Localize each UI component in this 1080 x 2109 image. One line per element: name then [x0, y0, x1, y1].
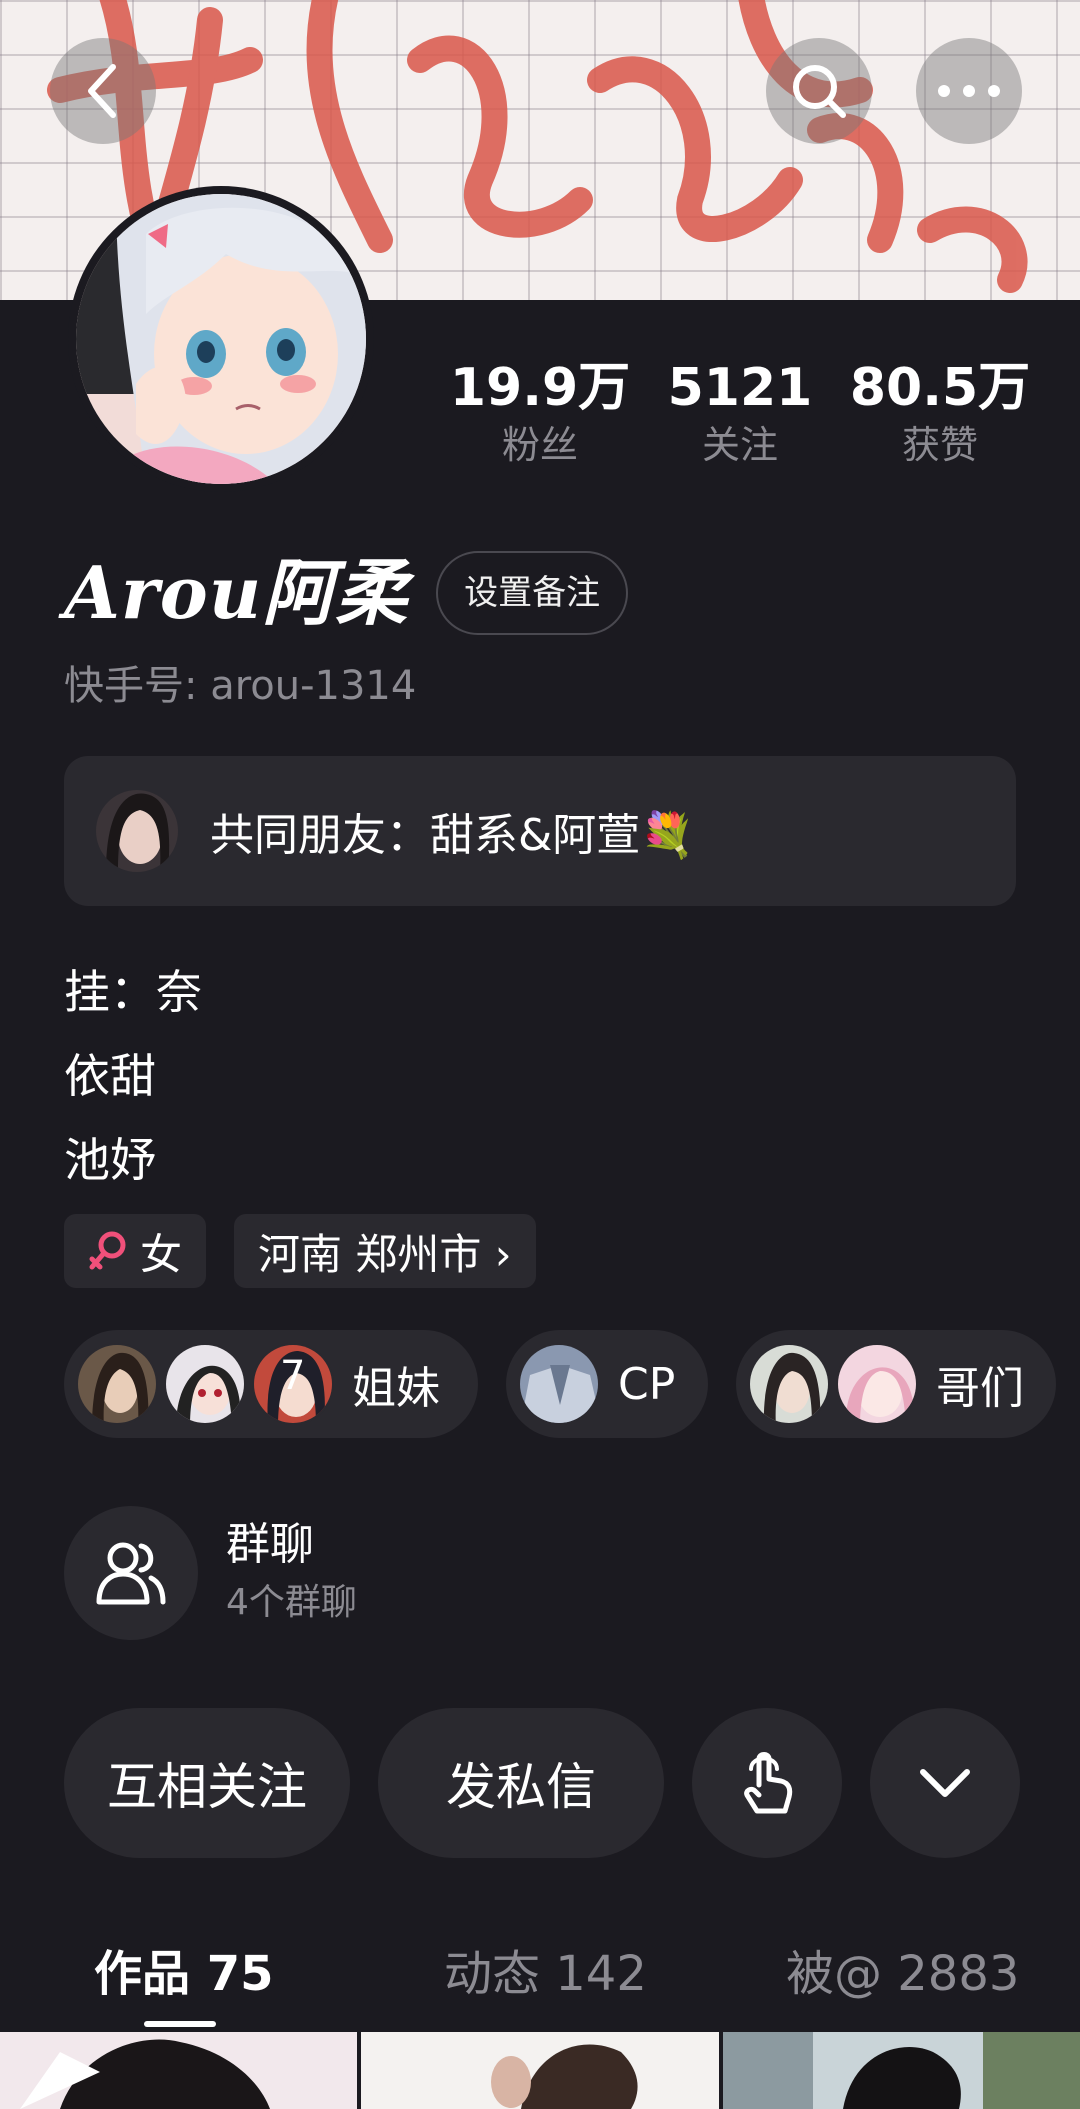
relation-avatar — [748, 1343, 830, 1425]
group-chat-icon-wrap — [64, 1506, 198, 1640]
works-grid — [0, 2032, 1080, 2109]
bio-line: 依甜 — [64, 1049, 156, 1103]
work-thumbnail[interactable] — [0, 2032, 358, 2109]
group-chat-count: 4个群聊 — [226, 1582, 357, 1623]
work-thumbnail[interactable] — [361, 2032, 719, 2109]
profile-name: Arou阿柔 — [64, 550, 409, 635]
tap-hand-icon — [744, 1752, 793, 1814]
tab-moments[interactable]: 动态 142 — [444, 1944, 647, 2004]
stat-label: 获赞 — [901, 423, 978, 467]
avatar-image — [76, 194, 366, 484]
work-thumbnail[interactable] — [722, 2032, 1080, 2109]
stat-value: 19.9万 — [449, 358, 631, 418]
relation-bros[interactable]: 哥们 — [736, 1330, 1056, 1438]
chevron-down-icon — [920, 1769, 970, 1797]
profile-tags: 女 河南 郑州市 › — [64, 1214, 564, 1288]
more-horizontal-icon — [938, 85, 1000, 97]
group-chat-entry[interactable]: 群聊 4个群聊 — [64, 1506, 357, 1640]
content-tabs: 作品 75 动态 142 被@ 2883 — [0, 1920, 1080, 2030]
group-chat-text: 群聊 4个群聊 — [226, 1515, 357, 1631]
mutual-friends-text: 共同朋友：甜系&阿萱💐 — [210, 810, 696, 861]
relation-avatar — [76, 1343, 158, 1425]
send-message-button[interactable]: 发私信 — [378, 1708, 664, 1858]
tab-works[interactable]: 作品 75 — [94, 1944, 274, 2004]
poke-button[interactable] — [692, 1708, 842, 1858]
profile-stats: 19.9万 粉丝 5121 关注 80.5万 获赞 — [440, 356, 1040, 470]
search-button[interactable] — [766, 38, 872, 144]
profile-avatar[interactable] — [68, 186, 374, 492]
stat-value: 80.5万 — [849, 358, 1031, 418]
bio-line: 池妤 — [64, 1133, 156, 1187]
stat-label: 关注 — [701, 423, 778, 467]
stat-value: 5121 — [667, 358, 813, 418]
relation-avatar — [836, 1343, 918, 1425]
location-tag[interactable]: 河南 郑州市 › — [234, 1214, 536, 1288]
avatar-badge: 7 — [280, 1353, 306, 1399]
relation-sisters[interactable]: 7 姐妹 — [64, 1330, 478, 1438]
stat-following[interactable]: 5121 关注 — [640, 356, 840, 470]
relation-avatar — [518, 1343, 600, 1425]
bio-line: 挂：奈 — [64, 965, 202, 1019]
gender-label: 女 — [140, 1229, 183, 1279]
chevron-left-icon — [88, 64, 116, 118]
mutual-friend-avatar — [96, 790, 178, 872]
relation-label: CP — [618, 1358, 676, 1410]
action-buttons: 互相关注 发私信 — [64, 1708, 1048, 1858]
relation-avatar: 7 — [252, 1343, 334, 1425]
female-icon — [89, 1231, 126, 1270]
stat-label: 粉丝 — [501, 423, 578, 467]
active-tab-indicator — [144, 2021, 216, 2027]
name-row: Arou阿柔 设置备注 — [64, 548, 629, 638]
relation-cp[interactable]: CP — [506, 1330, 708, 1438]
more-actions-button[interactable] — [870, 1708, 1020, 1858]
relation-avatar — [164, 1343, 246, 1425]
location-label: 河南 郑州市 › — [258, 1229, 512, 1279]
more-button[interactable] — [916, 38, 1022, 144]
users-icon — [96, 1542, 166, 1605]
profile-bio: 挂：奈 依甜 池妤 — [64, 950, 202, 1202]
relation-label: 哥们 — [936, 1363, 1024, 1414]
set-remark-button[interactable]: 设置备注 — [436, 551, 629, 635]
group-chat-title: 群聊 — [226, 1519, 314, 1570]
mutual-follow-button[interactable]: 互相关注 — [64, 1708, 350, 1858]
back-button[interactable] — [50, 38, 156, 144]
stat-likes[interactable]: 80.5万 获赞 — [840, 356, 1040, 470]
stat-followers[interactable]: 19.9万 粉丝 — [440, 356, 640, 470]
relation-label: 姐妹 — [352, 1363, 440, 1414]
search-icon — [793, 65, 846, 118]
mutual-friends-card[interactable]: 共同朋友：甜系&阿萱💐 — [64, 756, 1016, 906]
tab-mentions[interactable]: 被@ 2883 — [786, 1944, 1019, 2004]
relations-row: 7 姐妹 CP 哥们 — [64, 1330, 1080, 1438]
kuaishou-id: 快手号: arou-1314 — [64, 663, 417, 709]
gender-tag: 女 — [64, 1214, 207, 1288]
